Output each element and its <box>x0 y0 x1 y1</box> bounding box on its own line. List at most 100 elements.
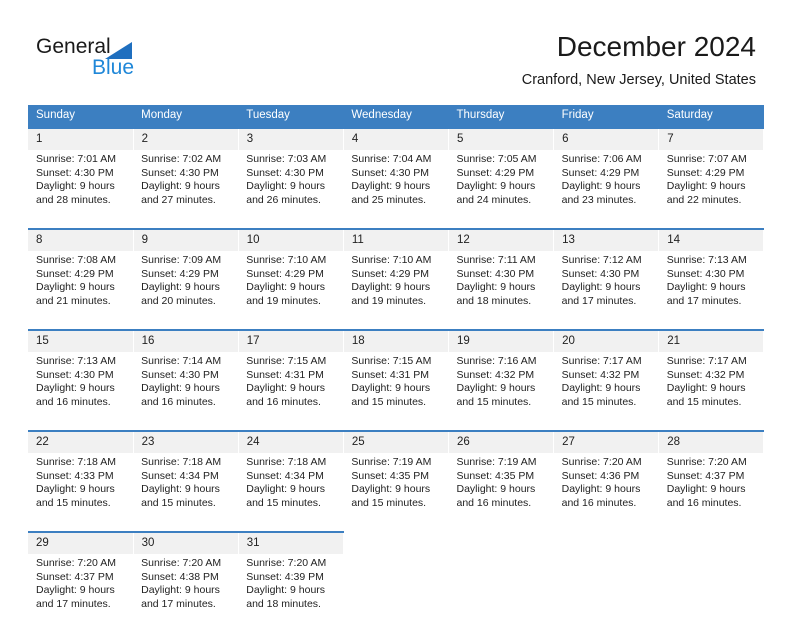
day-number[interactable]: 13 <box>553 228 660 251</box>
day-sunset-text: Sunset: 4:38 PM <box>141 570 219 583</box>
week-daynumber-row: 1234567 <box>28 127 765 150</box>
day-number[interactable]: 6 <box>553 127 660 150</box>
day-cell[interactable]: Sunrise: 7:02 AM Sunset: 4:30 PM Daylight:… <box>133 150 239 221</box>
day-cell[interactable]: Sunrise: 7:01 AM Sunset: 4:30 PM Daylight:… <box>28 150 134 221</box>
day-daylight-text: Daylight: 9 hours <box>351 180 431 193</box>
day-number[interactable]: 25 <box>343 430 450 453</box>
day-sunset-text: Sunset: 4:30 PM <box>36 166 114 179</box>
day-sunset-text: Sunset: 4:29 PM <box>561 166 640 179</box>
day-sunset-text: Sunset: 4:30 PM <box>561 267 640 280</box>
day-number[interactable]: 26 <box>448 430 555 453</box>
day-sunset-text: Sunset: 4:30 PM <box>141 166 219 179</box>
day-number[interactable]: 24 <box>238 430 344 453</box>
day-cell[interactable]: Sunrise: 7:20 AM Sunset: 4:37 PM Daylight:… <box>28 554 134 625</box>
day-sunrise-text: Sunrise: 7:20 AM <box>666 456 747 468</box>
day-number[interactable]: 16 <box>133 329 239 352</box>
day-cell[interactable]: Sunrise: 7:17 AM Sunset: 4:32 PM Daylight:… <box>658 352 764 423</box>
day-sunrise-text: Sunrise: 7:07 AM <box>666 153 747 165</box>
day-number[interactable]: 30 <box>133 531 239 554</box>
day-cell[interactable]: Sunrise: 7:20 AM Sunset: 4:39 PM Daylight:… <box>238 554 344 625</box>
weekday-header-friday: Friday <box>553 105 659 128</box>
day-daylight-text: and 24 minutes. <box>456 193 532 206</box>
day-cell[interactable]: Sunrise: 7:09 AM Sunset: 4:29 PM Daylight:… <box>133 251 239 322</box>
day-cell[interactable]: Sunrise: 7:05 AM Sunset: 4:29 PM Daylight:… <box>448 150 554 221</box>
day-cell[interactable]: Sunrise: 7:20 AM Sunset: 4:36 PM Daylight:… <box>553 453 659 524</box>
day-cell[interactable]: Sunrise: 7:15 AM Sunset: 4:31 PM Daylight:… <box>238 352 344 423</box>
day-number[interactable]: 9 <box>133 228 239 251</box>
day-number[interactable]: 12 <box>448 228 555 251</box>
page-title: December 2024 <box>556 31 756 62</box>
day-cell[interactable]: Sunrise: 7:06 AM Sunset: 4:29 PM Daylight:… <box>553 150 659 221</box>
day-sunrise-text: Sunrise: 7:18 AM <box>246 456 327 468</box>
day-number[interactable]: 2 <box>133 127 239 150</box>
day-daylight-text: Daylight: 9 hours <box>561 483 641 496</box>
day-number-empty <box>658 531 765 554</box>
day-sunset-text: Sunset: 4:32 PM <box>456 368 535 381</box>
logo-text-general: General <box>36 35 111 58</box>
day-cell[interactable]: Sunrise: 7:17 AM Sunset: 4:32 PM Daylight:… <box>553 352 659 423</box>
day-sunset-text: Sunset: 4:37 PM <box>666 469 745 482</box>
day-cell[interactable]: Sunrise: 7:13 AM Sunset: 4:30 PM Daylight:… <box>28 352 134 423</box>
day-number[interactable]: 31 <box>238 531 344 554</box>
day-cell[interactable]: Sunrise: 7:10 AM Sunset: 4:29 PM Daylight:… <box>238 251 344 322</box>
day-number[interactable]: 27 <box>553 430 660 453</box>
day-cell[interactable]: Sunrise: 7:14 AM Sunset: 4:30 PM Daylight:… <box>133 352 239 423</box>
day-number[interactable]: 22 <box>28 430 134 453</box>
calendar-body: 1 2 3 4 5 6 7 Sunrise: 7:01 AM Sunset: 4:30 PM Da… <box>28 127 765 625</box>
day-cell[interactable]: Sunrise: 7:18 AM Sunset: 4:33 PM Daylight:… <box>28 453 134 524</box>
day-sunset-text: Sunset: 4:34 PM <box>246 469 324 482</box>
day-cell[interactable]: Sunrise: 7:18 AM Sunset: 4:34 PM Daylight:… <box>238 453 344 524</box>
week-spacer-cell <box>28 221 764 229</box>
week-spacer <box>28 322 764 330</box>
day-daylight-text: Daylight: 9 hours <box>351 281 431 294</box>
day-cell[interactable]: Sunrise: 7:16 AM Sunset: 4:32 PM Daylight:… <box>448 352 554 423</box>
day-number[interactable]: 4 <box>343 127 450 150</box>
day-daylight-text: and 20 minutes. <box>141 294 216 307</box>
day-daylight-text: Daylight: 9 hours <box>666 382 746 395</box>
day-daylight-text: Daylight: 9 hours <box>561 180 641 193</box>
day-sunrise-text: Sunrise: 7:15 AM <box>246 355 327 367</box>
day-cell[interactable]: Sunrise: 7:03 AM Sunset: 4:30 PM Daylight:… <box>238 150 344 221</box>
day-cell[interactable]: Sunrise: 7:19 AM Sunset: 4:35 PM Daylight:… <box>343 453 449 524</box>
day-number[interactable]: 19 <box>448 329 555 352</box>
day-cell[interactable]: Sunrise: 7:10 AM Sunset: 4:29 PM Daylight:… <box>343 251 449 322</box>
day-sunrise-text: Sunrise: 7:12 AM <box>561 254 642 266</box>
logo[interactable]: General Blue <box>36 36 166 82</box>
day-number[interactable]: 7 <box>658 127 765 150</box>
day-number[interactable]: 29 <box>28 531 134 554</box>
day-number[interactable]: 5 <box>448 127 555 150</box>
day-cell[interactable]: Sunrise: 7:18 AM Sunset: 4:34 PM Daylight:… <box>133 453 239 524</box>
day-sunrise-text: Sunrise: 7:20 AM <box>36 557 116 569</box>
day-daylight-text: Daylight: 9 hours <box>561 382 641 395</box>
day-cell[interactable]: Sunrise: 7:12 AM Sunset: 4:30 PM Daylight:… <box>553 251 659 322</box>
day-number[interactable]: 20 <box>553 329 660 352</box>
day-number[interactable]: 1 <box>28 127 134 150</box>
day-daylight-text: and 16 minutes. <box>141 395 216 408</box>
day-daylight-text: and 18 minutes. <box>246 597 321 610</box>
day-number[interactable]: 14 <box>658 228 765 251</box>
day-sunrise-text: Sunrise: 7:04 AM <box>351 153 432 165</box>
day-cell[interactable]: Sunrise: 7:19 AM Sunset: 4:35 PM Daylight:… <box>448 453 554 524</box>
day-number[interactable]: 21 <box>658 329 765 352</box>
day-number[interactable]: 3 <box>238 127 344 150</box>
day-cell[interactable]: Sunrise: 7:04 AM Sunset: 4:30 PM Daylight:… <box>343 150 449 221</box>
day-daylight-text: and 19 minutes. <box>351 294 427 307</box>
day-number[interactable]: 15 <box>28 329 134 352</box>
day-number[interactable]: 17 <box>238 329 344 352</box>
day-cell[interactable]: Sunrise: 7:11 AM Sunset: 4:30 PM Daylight:… <box>448 251 554 322</box>
day-sunrise-text: Sunrise: 7:01 AM <box>36 153 116 165</box>
day-daylight-text: and 26 minutes. <box>246 193 321 206</box>
day-number[interactable]: 23 <box>133 430 239 453</box>
day-cell[interactable]: Sunrise: 7:20 AM Sunset: 4:38 PM Daylight:… <box>133 554 239 625</box>
day-number[interactable]: 18 <box>343 329 450 352</box>
day-cell[interactable]: Sunrise: 7:13 AM Sunset: 4:30 PM Daylight:… <box>658 251 764 322</box>
day-number[interactable]: 28 <box>658 430 765 453</box>
day-cell[interactable]: Sunrise: 7:15 AM Sunset: 4:31 PM Daylight:… <box>343 352 449 423</box>
day-number[interactable]: 10 <box>238 228 344 251</box>
day-cell[interactable]: Sunrise: 7:07 AM Sunset: 4:29 PM Daylight:… <box>658 150 764 221</box>
day-cell[interactable]: Sunrise: 7:08 AM Sunset: 4:29 PM Daylight:… <box>28 251 134 322</box>
day-number[interactable]: 8 <box>28 228 134 251</box>
day-cell[interactable]: Sunrise: 7:20 AM Sunset: 4:37 PM Daylight:… <box>658 453 764 524</box>
day-number[interactable]: 11 <box>343 228 450 251</box>
day-sunrise-text: Sunrise: 7:05 AM <box>456 153 537 165</box>
